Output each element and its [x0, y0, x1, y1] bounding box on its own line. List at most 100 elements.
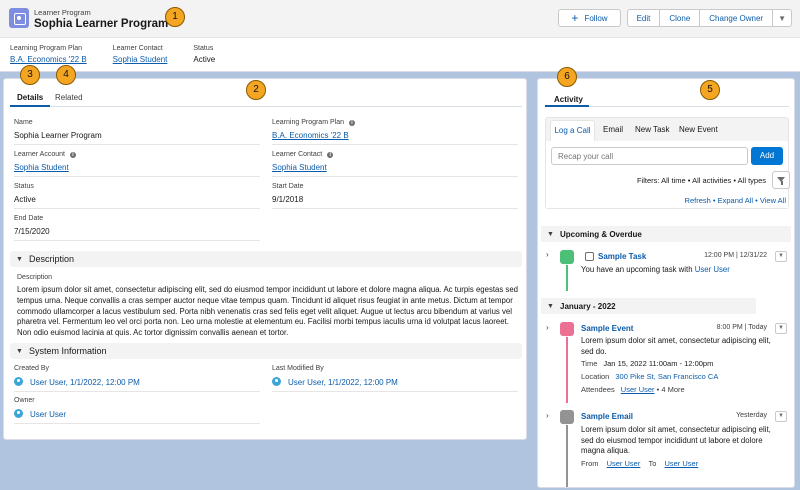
active-tab-indicator: [545, 105, 589, 107]
field-contact-label-text: Learner Contact: [272, 151, 323, 158]
event-attendees-label: Attendees: [581, 385, 615, 394]
event-title-link[interactable]: Sample Event: [581, 324, 633, 333]
plus-icon: +: [571, 11, 579, 25]
edit-button[interactable]: Edit: [626, 9, 661, 27]
event-time: Time Jan 15, 2022 11:00am - 12:00pm: [581, 359, 713, 368]
chevron-right-icon[interactable]: ›: [546, 411, 549, 420]
field-last-modified-by: Last Modified By User User, 1/1/2022, 12…: [272, 365, 518, 392]
field-owner-label: Owner: [14, 397, 35, 404]
callout-6: 6: [557, 67, 577, 87]
task-meta: 12:00 PM | 12/31/22: [704, 252, 767, 259]
callout-5: 5: [700, 80, 720, 100]
task-user-link[interactable]: User User: [695, 265, 730, 274]
section-system-info-header[interactable]: ▼ System Information: [10, 343, 522, 359]
event-attendee-link[interactable]: User User: [621, 385, 655, 394]
field-contact-label: Learner Contact i: [272, 151, 518, 158]
info-icon[interactable]: i: [327, 151, 334, 158]
event-attendees-more[interactable]: • 4 More: [657, 385, 685, 394]
tab-new-event[interactable]: New Event: [679, 125, 718, 134]
follow-label: Follow: [584, 13, 608, 23]
chevron-down-icon: ▼: [16, 347, 23, 355]
field-account-label: Learner Account i: [14, 151, 260, 158]
event-time-label: Time: [581, 359, 598, 368]
field-owner: Owner User User: [14, 397, 260, 424]
tab-new-task[interactable]: New Task: [635, 125, 670, 134]
field-contact: Learner Contact i Sophia Student: [272, 151, 518, 177]
task-timeline-line: [566, 265, 568, 291]
field-end-date: End Date 7/15/2020: [14, 215, 260, 241]
modified-by-link[interactable]: User User, 1/1/2022, 12:00 PM: [288, 378, 398, 387]
email-title-link[interactable]: Sample Email: [581, 412, 633, 421]
record-header: Learner Program Sophia Learner Program +…: [0, 0, 800, 72]
callout-2: 2: [246, 80, 266, 100]
highlight-contact-link[interactable]: Sophia Student: [113, 55, 168, 64]
tab-related[interactable]: Related: [55, 93, 83, 102]
highlight-status-label: Status: [193, 45, 214, 52]
upcoming-overdue-header[interactable]: ▼ Upcoming & Overdue: [541, 226, 791, 242]
filter-icon[interactable]: [772, 171, 790, 189]
tab-log-a-call[interactable]: Log a Call: [550, 120, 595, 142]
field-start-value: 9/1/2018: [272, 195, 304, 204]
email-from-to: From User User To User User: [581, 459, 698, 468]
highlight-contact-label: Learner Contact: [112, 45, 163, 52]
description-label: Description: [17, 274, 53, 281]
task-checkbox[interactable]: [585, 252, 594, 261]
field-end-value: 7/15/2020: [14, 227, 50, 236]
chevron-down-icon: ▼: [16, 255, 23, 263]
email-to-label: To: [648, 459, 657, 468]
info-icon[interactable]: i: [69, 151, 76, 158]
event-menu-button[interactable]: ▼: [775, 323, 787, 334]
tab-email[interactable]: Email: [603, 125, 623, 134]
recap-call-input[interactable]: [551, 147, 748, 165]
field-contact-link[interactable]: Sophia Student: [272, 163, 518, 172]
chevron-right-icon[interactable]: ›: [546, 250, 549, 259]
filters-text: Filters: All time • All activities • All…: [636, 175, 766, 185]
field-name: Name Sophia Learner Program: [14, 119, 260, 145]
follow-button[interactable]: + Follow: [558, 9, 621, 27]
highlights-panel: Learning Program Plan B.A. Economics '22…: [10, 45, 241, 64]
field-status: Status Active: [14, 183, 260, 209]
add-button[interactable]: Add: [751, 147, 783, 165]
email-icon: [560, 410, 574, 424]
calendar-icon: [560, 322, 574, 336]
clone-button[interactable]: Clone: [660, 9, 701, 27]
refresh-link[interactable]: Refresh: [685, 196, 711, 205]
more-actions-button[interactable]: ▼: [773, 9, 792, 27]
info-icon[interactable]: i: [349, 119, 355, 126]
task-title-link[interactable]: Sample Task: [598, 252, 646, 261]
change-owner-button[interactable]: Change Owner: [700, 9, 774, 27]
month-group-header[interactable]: ▼ January - 2022: [541, 298, 756, 314]
month-group-title: January - 2022: [560, 301, 616, 311]
description-text: Lorem ipsum dolor sit amet, consectetur …: [17, 285, 519, 338]
created-by-link[interactable]: User User, 1/1/2022, 12:00 PM: [30, 378, 140, 387]
activity-card: Activity Log a Call Email New Task New E…: [537, 78, 795, 488]
email-from-link[interactable]: User User: [607, 459, 641, 468]
expand-all-link[interactable]: Expand All: [718, 196, 753, 205]
tab-activity[interactable]: Activity: [554, 95, 583, 104]
email-to-link[interactable]: User User: [664, 459, 698, 468]
chevron-right-icon[interactable]: ›: [546, 323, 549, 332]
task-menu-button[interactable]: ▼: [775, 251, 787, 262]
header-actions: + Follow Edit Clone Change Owner ▼: [558, 9, 792, 27]
view-all-link[interactable]: View All: [760, 196, 786, 205]
field-account-link[interactable]: Sophia Student: [14, 163, 260, 172]
task-icon: [560, 250, 574, 264]
section-description-header[interactable]: ▼ Description: [10, 251, 522, 267]
highlight-status-value: Active: [193, 55, 216, 64]
field-plan-label: Learning Program Plan i: [272, 119, 518, 126]
highlight-status: Status Active: [193, 45, 215, 64]
field-status-value: Active: [14, 195, 36, 204]
highlight-plan-link[interactable]: B.A. Economics '22 B: [10, 55, 87, 64]
timeline-event: › Sample Event 8:00 PM | Today ▼ Lorem i…: [541, 319, 791, 405]
user-avatar-icon: [272, 377, 281, 386]
event-location-link[interactable]: 300 Pike St, San Francisco CA: [615, 372, 718, 381]
field-account: Learner Account i Sophia Student: [14, 151, 260, 177]
field-plan-link[interactable]: B.A. Economics '22 B: [272, 131, 518, 140]
action-button-group: Edit Clone Change Owner ▼: [626, 9, 792, 27]
activity-filters: Filters: All time • All activities • All…: [637, 171, 790, 189]
owner-link[interactable]: User User: [30, 410, 66, 419]
chevron-down-icon: ▼: [778, 13, 786, 23]
email-menu-button[interactable]: ▼: [775, 411, 787, 422]
field-modified-label: Last Modified By: [272, 365, 324, 372]
tab-details[interactable]: Details: [17, 93, 43, 102]
